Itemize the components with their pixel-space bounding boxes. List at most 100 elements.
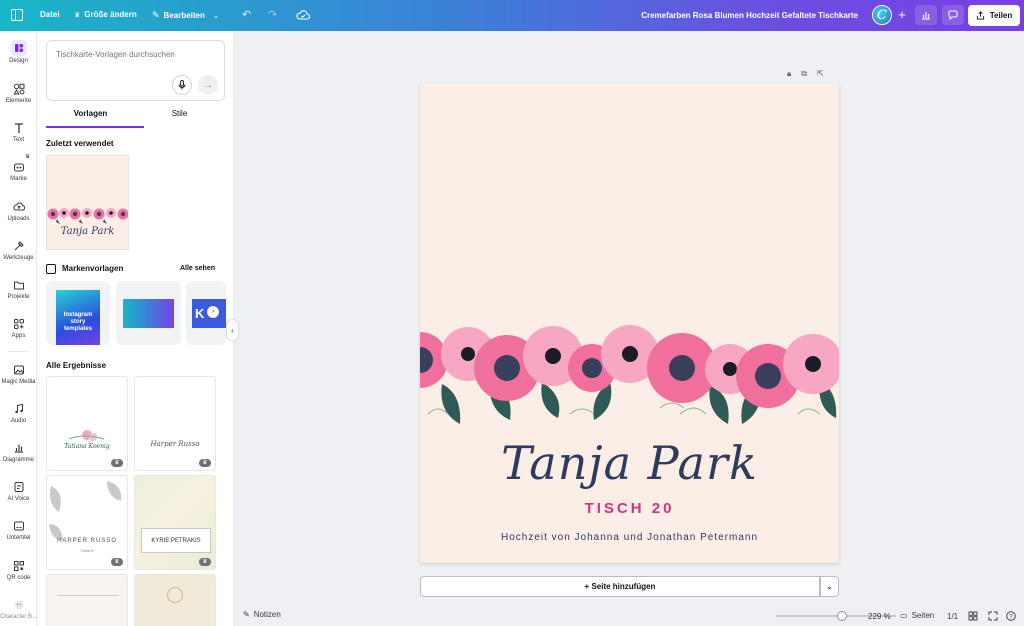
design-page[interactable]: Tanja Park TISCH 20 Hochzeit von Johanna… (420, 84, 839, 563)
table-number-text[interactable]: TISCH 20 (420, 500, 839, 517)
template-result-card[interactable] (134, 574, 216, 626)
rail-item-projects[interactable]: Projekte (0, 279, 37, 300)
panel-tabs: Vorlagen Stile (46, 109, 225, 127)
qr-icon (13, 561, 24, 571)
see-all-link[interactable]: Alle sehen (180, 265, 215, 272)
template-result-card[interactable]: Harper Russo ♛ (134, 376, 216, 471)
add-page-options-button[interactable]: ⌄ (820, 576, 839, 597)
zoom-slider-handle[interactable] (837, 611, 847, 621)
notes-button[interactable]: ✎ Notizen (243, 610, 281, 619)
chevron-down-icon: ⌄ (212, 12, 219, 20)
rail-item-elements[interactable]: Elemente (0, 83, 37, 104)
rail-item-audio[interactable]: Audio (0, 403, 37, 424)
pages-button[interactable]: ▭ Seiten (900, 611, 934, 620)
redo-icon[interactable]: ↷ (268, 8, 277, 21)
folder-icon (13, 281, 24, 290)
brand-template-card[interactable]: K (186, 281, 226, 345)
document-title[interactable]: Cremefarben Rosa Blumen Hochzeit Gefalte… (641, 11, 858, 20)
rail-label: Diagramme (2, 457, 34, 463)
rail-item-uploads[interactable]: Uploads (0, 201, 37, 222)
collapse-panel-handle[interactable]: ‹ (226, 319, 239, 341)
search-input[interactable] (56, 50, 216, 59)
lock-icon[interactable]: 🔒︎ (787, 69, 791, 79)
active-tab-indicator (46, 126, 144, 128)
subtitles-icon (13, 521, 24, 531)
recent-template-thumbnail[interactable]: Tanja Park (46, 155, 129, 250)
grid-view-icon[interactable] (968, 611, 978, 621)
rail-item-design[interactable]: Design (0, 40, 37, 64)
carousel-next-icon[interactable]: › (207, 306, 219, 318)
premium-crown-icon: ♛ (111, 459, 123, 467)
rail-label: QR code (6, 575, 31, 581)
cloud-saved-icon[interactable] (296, 9, 310, 21)
upload-icon (12, 202, 25, 211)
add-page-button[interactable]: + Seite hinzufügen (420, 576, 820, 597)
rail-label: Apps (11, 333, 26, 339)
guest-name-text[interactable]: Tanja Park (420, 436, 839, 490)
brand-icon (13, 163, 24, 172)
template-decoration (57, 595, 119, 596)
share-label: Teilen (989, 11, 1013, 20)
template-result-card[interactable]: Tatiana Koenig ♛ (46, 376, 128, 471)
rail-label: Character B... (0, 614, 38, 620)
character-icon (14, 600, 23, 610)
undo-icon[interactable]: ↶ (242, 8, 251, 21)
avatar[interactable]: C (872, 5, 892, 25)
resize-label: Größe ändern (84, 10, 137, 19)
brand-templates-icon (46, 264, 56, 274)
voice-search-button[interactable] (172, 75, 192, 95)
template-title: Harper Russo (150, 440, 200, 448)
page-counter[interactable]: 1/1 (947, 612, 958, 621)
rail-item-apps[interactable]: Apps (0, 318, 37, 339)
pencil-icon: ✎ (152, 10, 160, 20)
insights-button[interactable] (915, 5, 937, 25)
notes-label: Notizen (253, 610, 281, 619)
template-result-card[interactable]: HARPER RUSSO Table 8 ♛ (46, 475, 128, 570)
tab-styles[interactable]: Stile (135, 109, 224, 118)
all-results-title: Alle Ergebnisse (46, 361, 107, 370)
sidebar-toggle-icon[interactable] (11, 9, 23, 21)
crown-icon: ♛ (25, 154, 31, 160)
rail-item-brand[interactable]: Marke ♛ (0, 154, 37, 182)
rail-item-character[interactable]: Character B... (0, 599, 37, 620)
templates-panel: → Vorlagen Stile Zuletzt verwendet (37, 31, 234, 626)
canva-editor: Datei ♛ Größe ändern ✎ Bearbeiten ⌄ ↶ ↷ … (0, 0, 1024, 626)
add-collaborator-icon[interactable]: + (894, 7, 910, 23)
wedding-subline-text[interactable]: Hochzeit von Johanna und Jonathan Peterm… (420, 532, 839, 543)
brand-card-line: story (70, 319, 86, 325)
rail-item-subtitles[interactable]: Untertitel (0, 520, 37, 541)
rail-item-ai-voice[interactable]: AI Voice (0, 481, 37, 502)
comment-icon (948, 10, 958, 20)
rail-item-tools[interactable]: Werkzeuge (0, 240, 37, 261)
elements-icon (12, 83, 24, 95)
help-icon[interactable]: ? (1006, 611, 1016, 621)
resize-button[interactable]: ♛ Größe ändern (74, 10, 137, 19)
comment-button[interactable] (942, 5, 964, 25)
template-title: Tatiana Koenig (64, 443, 110, 450)
recent-section-title: Zuletzt verwendet (46, 139, 114, 148)
export-page-icon[interactable]: ⇱ (817, 69, 824, 79)
brand-template-card[interactable]: Instagram story templates (46, 281, 110, 345)
rail-item-magic-media[interactable]: Magic Media (0, 364, 37, 385)
rail-label: Elemente (5, 98, 32, 104)
top-bar: Datei ♛ Größe ändern ✎ Bearbeiten ⌄ ↶ ↷ … (0, 0, 1024, 31)
apps-icon (13, 319, 24, 329)
crown-icon: ♛ (74, 11, 81, 19)
search-submit-button[interactable]: → (198, 75, 218, 95)
recent-thumb-name: Tanja Park (60, 226, 115, 237)
share-button[interactable]: Teilen (968, 5, 1020, 26)
tab-templates[interactable]: Vorlagen (46, 109, 135, 118)
duplicate-page-icon[interactable]: ⧉ (801, 69, 807, 79)
edit-mode-button[interactable]: ✎ Bearbeiten ⌄ (152, 10, 219, 21)
text-icon (14, 123, 23, 133)
file-menu[interactable]: Datei (40, 10, 60, 19)
template-result-card[interactable] (46, 574, 128, 626)
brand-template-card[interactable] (116, 281, 181, 345)
zoom-value[interactable]: 229 % (868, 612, 891, 621)
rail-item-charts[interactable]: Diagramme (0, 442, 37, 463)
fullscreen-icon[interactable] (988, 611, 998, 621)
search-box: → (46, 40, 225, 101)
template-result-card[interactable]: KYRIE PETRAKIS ♛ (134, 475, 216, 570)
rail-item-text[interactable]: Text (0, 122, 37, 143)
rail-item-qr-code[interactable]: QR code (0, 560, 37, 581)
